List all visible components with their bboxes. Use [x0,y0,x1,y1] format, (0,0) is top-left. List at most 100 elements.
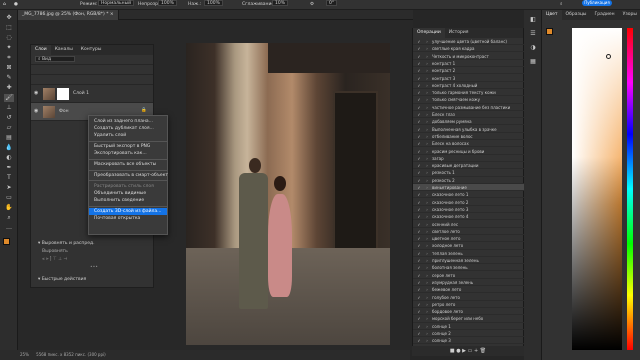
check-icon[interactable]: ✓ [416,337,422,344]
check-icon[interactable]: ✓ [416,191,422,198]
hue-slider[interactable] [627,28,633,350]
chevron-right-icon[interactable]: › [424,228,430,235]
check-icon[interactable]: ✓ [416,126,422,133]
add-icon[interactable]: + [474,348,478,354]
gradient-icon[interactable]: ▤ [4,134,14,142]
foreground-color-swatch[interactable] [3,238,10,245]
stop-icon[interactable]: ■ [450,348,455,354]
chevron-right-icon[interactable]: › [424,199,430,206]
action-item[interactable]: ✓ › солнце 1 [413,323,525,330]
more-icon[interactable]: … [4,224,14,232]
context-menu-item[interactable]: Быстрый экспорт в PNG [89,143,167,150]
color-panel-fg-swatch[interactable] [546,28,553,35]
tab-paths[interactable]: Контуры [77,45,106,55]
context-menu-item[interactable]: Создать дубликат слоя... [89,125,167,132]
chevron-right-icon[interactable]: › [424,82,430,89]
smoothing-field[interactable]: 10% [272,0,289,6]
action-item[interactable]: ✓ › сказочное лето 2 [413,199,525,206]
action-item[interactable]: ✓ › изумрудная зелень [413,279,525,287]
chevron-right-icon[interactable]: › [424,53,430,60]
action-item[interactable]: ✓ › контраст 3 [413,75,525,82]
eye-icon[interactable]: ◉ [34,90,38,96]
check-icon[interactable]: ✓ [416,118,422,125]
action-item[interactable]: ✓ › болотная зелень [413,264,525,272]
marquee-icon[interactable]: ⬚ [4,24,14,32]
chevron-right-icon[interactable]: › [424,213,430,220]
path-select-icon[interactable]: ➤ [4,184,14,192]
tab-layers[interactable]: Слои [31,45,51,55]
close-icon[interactable]: × [110,12,114,17]
check-icon[interactable]: ✓ [416,60,422,67]
wand-icon[interactable]: ✦ [4,44,14,52]
check-icon[interactable]: ✓ [416,286,422,293]
action-item[interactable]: ✓ › теплая зелень [413,250,525,257]
lasso-icon[interactable]: ◌ [4,34,14,42]
context-menu-item[interactable]: Почтовая открытка [89,215,167,222]
context-menu-item[interactable]: Удалить слой [89,132,167,139]
zoom-level[interactable]: 25% [20,352,29,357]
shape-icon[interactable]: ▭ [4,194,14,202]
check-icon[interactable]: ✓ [416,162,422,169]
context-menu-item[interactable]: Слой из заднего плана... [89,118,167,125]
blur-icon[interactable]: 💧 [4,144,14,152]
tab-swatches[interactable]: Образцы [562,10,591,20]
action-item[interactable]: ✓ › добавляем румяна [413,118,525,126]
move-icon[interactable]: ✥ [4,14,14,22]
more-icon[interactable]: ••• [30,264,154,272]
align-icons-row[interactable]: ⫷ ⫸ ⫿ ⊤ ⊥ ⊣ [30,256,154,264]
action-item[interactable]: ✓ › солнце 3 [413,337,525,345]
check-icon[interactable]: ✓ [416,67,422,74]
chevron-right-icon[interactable]: › [424,45,430,52]
tab-history[interactable]: История [445,28,473,38]
type-icon[interactable]: T [4,174,14,182]
context-menu-item[interactable]: Выполнить сведение [89,197,167,204]
check-icon[interactable]: ✓ [416,323,422,330]
check-icon[interactable]: ✓ [416,169,422,176]
action-item[interactable]: ✓ › ретро лето [413,301,525,308]
action-item[interactable]: ✓ › Блеск на волосах [413,140,525,148]
action-item[interactable]: ✓ › приглушенная зелень [413,257,525,265]
check-icon[interactable]: ✓ [416,272,422,279]
check-icon[interactable]: ✓ [416,235,422,242]
chevron-right-icon[interactable]: › [424,257,430,264]
libraries-panel-icon[interactable]: ▦ [528,58,538,66]
check-icon[interactable]: ✓ [416,38,422,45]
check-icon[interactable]: ✓ [416,45,422,52]
tab-gradients[interactable]: Градиен [591,10,619,20]
action-item[interactable]: ✓ › загар [413,155,525,162]
action-item[interactable]: ✓ › резкость 2 [413,177,525,184]
check-icon[interactable]: ✓ [416,315,422,322]
play-icon[interactable]: ▶ [462,348,466,354]
chevron-right-icon[interactable]: › [424,177,430,184]
check-icon[interactable]: ✓ [416,221,422,228]
publish-button[interactable]: Публикация [582,0,612,6]
context-menu-item[interactable]: Экспортировать как... [89,150,167,157]
action-item[interactable]: ✓ › серое лето [413,272,525,279]
check-icon[interactable]: ✓ [416,104,422,111]
action-item[interactable]: ✓ › контраст 2 [413,67,525,75]
chevron-right-icon[interactable]: › [424,118,430,125]
action-item[interactable]: ✓ › контраст 1 [413,60,525,68]
history-brush-icon[interactable]: ↺ [4,114,14,122]
properties-panel-icon[interactable]: ☰ [528,30,538,38]
brush-icon[interactable]: 🖌 [4,94,14,102]
chevron-right-icon[interactable]: › [424,323,430,330]
chevron-right-icon[interactable]: › [424,286,430,293]
record-icon[interactable]: ● [456,348,460,354]
layer-row[interactable]: ◉ Слой 1 [31,85,153,103]
action-item[interactable]: ✓ › сказочное лето 4 [413,213,525,221]
check-icon[interactable]: ✓ [416,199,422,206]
chevron-right-icon[interactable]: › [424,206,430,213]
check-icon[interactable]: ✓ [416,96,422,103]
action-item[interactable]: ✓ › только смягчаем кожу [413,96,525,104]
chevron-right-icon[interactable]: › [424,301,430,308]
action-item[interactable]: ✓ › красим ресницы и брови [413,148,525,155]
check-icon[interactable]: ✓ [416,155,422,162]
check-icon[interactable]: ✓ [416,294,422,301]
check-icon[interactable]: ✓ [416,279,422,286]
chevron-right-icon[interactable]: › [424,279,430,286]
check-icon[interactable]: ✓ [416,206,422,213]
action-item[interactable]: ✓ › резкость 1 [413,169,525,177]
action-item[interactable]: ✓ › осенний лес [413,221,525,228]
heal-icon[interactable]: ✚ [4,84,14,92]
